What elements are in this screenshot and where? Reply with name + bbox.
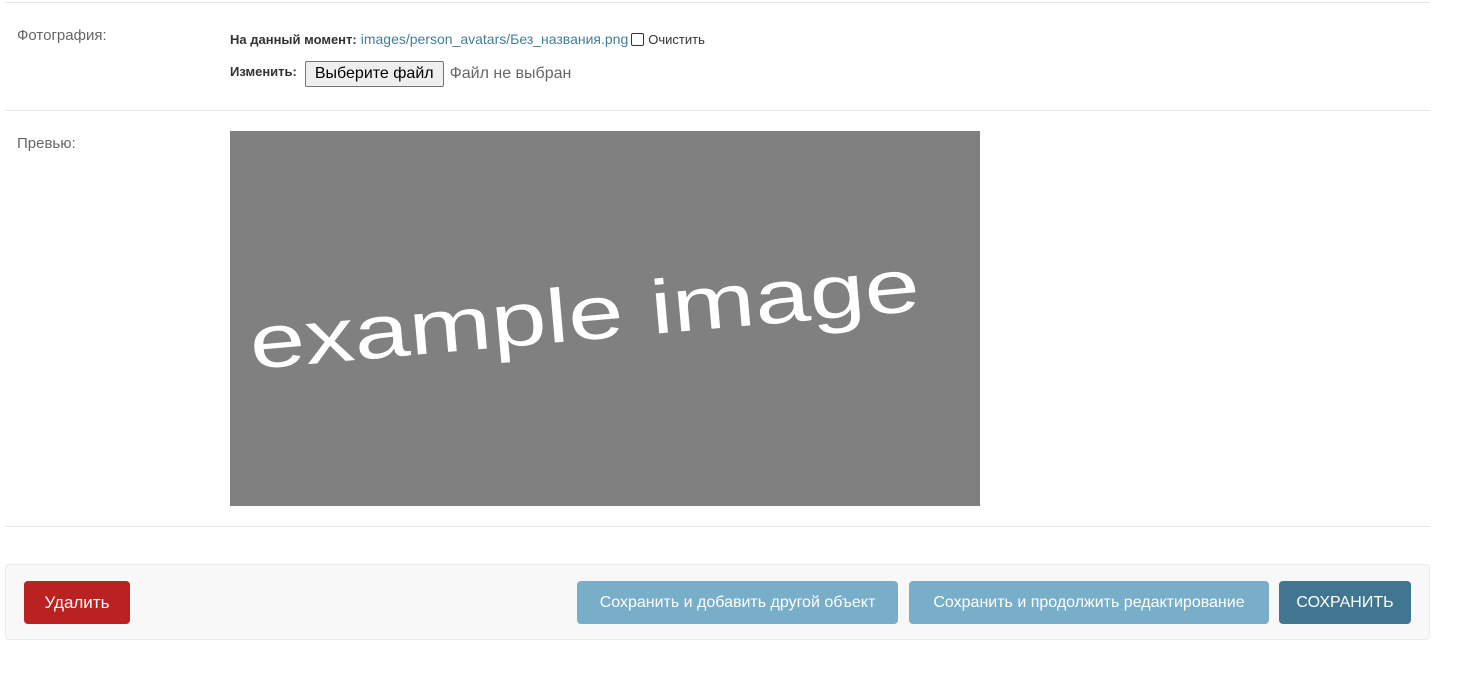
save-and-continue-button[interactable]: Сохранить и продолжить редактирование [909, 581, 1269, 624]
current-file-link[interactable]: images/person_avatars/Без_названия.png [361, 31, 629, 47]
change-file-label: Изменить: [230, 64, 297, 79]
choose-file-button[interactable]: Выберите файл [304, 61, 444, 87]
preview-field-label: Превью: [17, 135, 76, 152]
clear-checkbox-label[interactable]: Очистить [648, 32, 705, 47]
preview-image: example image [230, 131, 980, 506]
divider [5, 526, 1430, 527]
current-file-label: На данный момент: [230, 31, 357, 47]
save-button[interactable]: СОХРАНИТЬ [1279, 581, 1411, 624]
submit-row: Удалить Сохранить и добавить другой объе… [5, 564, 1430, 640]
save-and-add-another-button[interactable]: Сохранить и добавить другой объект [577, 581, 898, 624]
preview-image-graphic: example image [246, 243, 923, 386]
divider [5, 2, 1430, 3]
delete-button[interactable]: Удалить [24, 581, 130, 624]
change-file-row: Изменить: Выберите файл Файл не выбран [230, 60, 571, 88]
current-file-row: На данный момент: images/person_avatars/… [230, 29, 705, 49]
divider [5, 110, 1430, 111]
photo-field-label: Фотография: [17, 27, 107, 44]
change-form: Фотография: На данный момент: images/per… [0, 0, 1461, 677]
clear-checkbox[interactable] [631, 32, 645, 46]
no-file-chosen-text: Файл не выбран [449, 65, 572, 82]
preview-image-text: example image [246, 243, 923, 386]
